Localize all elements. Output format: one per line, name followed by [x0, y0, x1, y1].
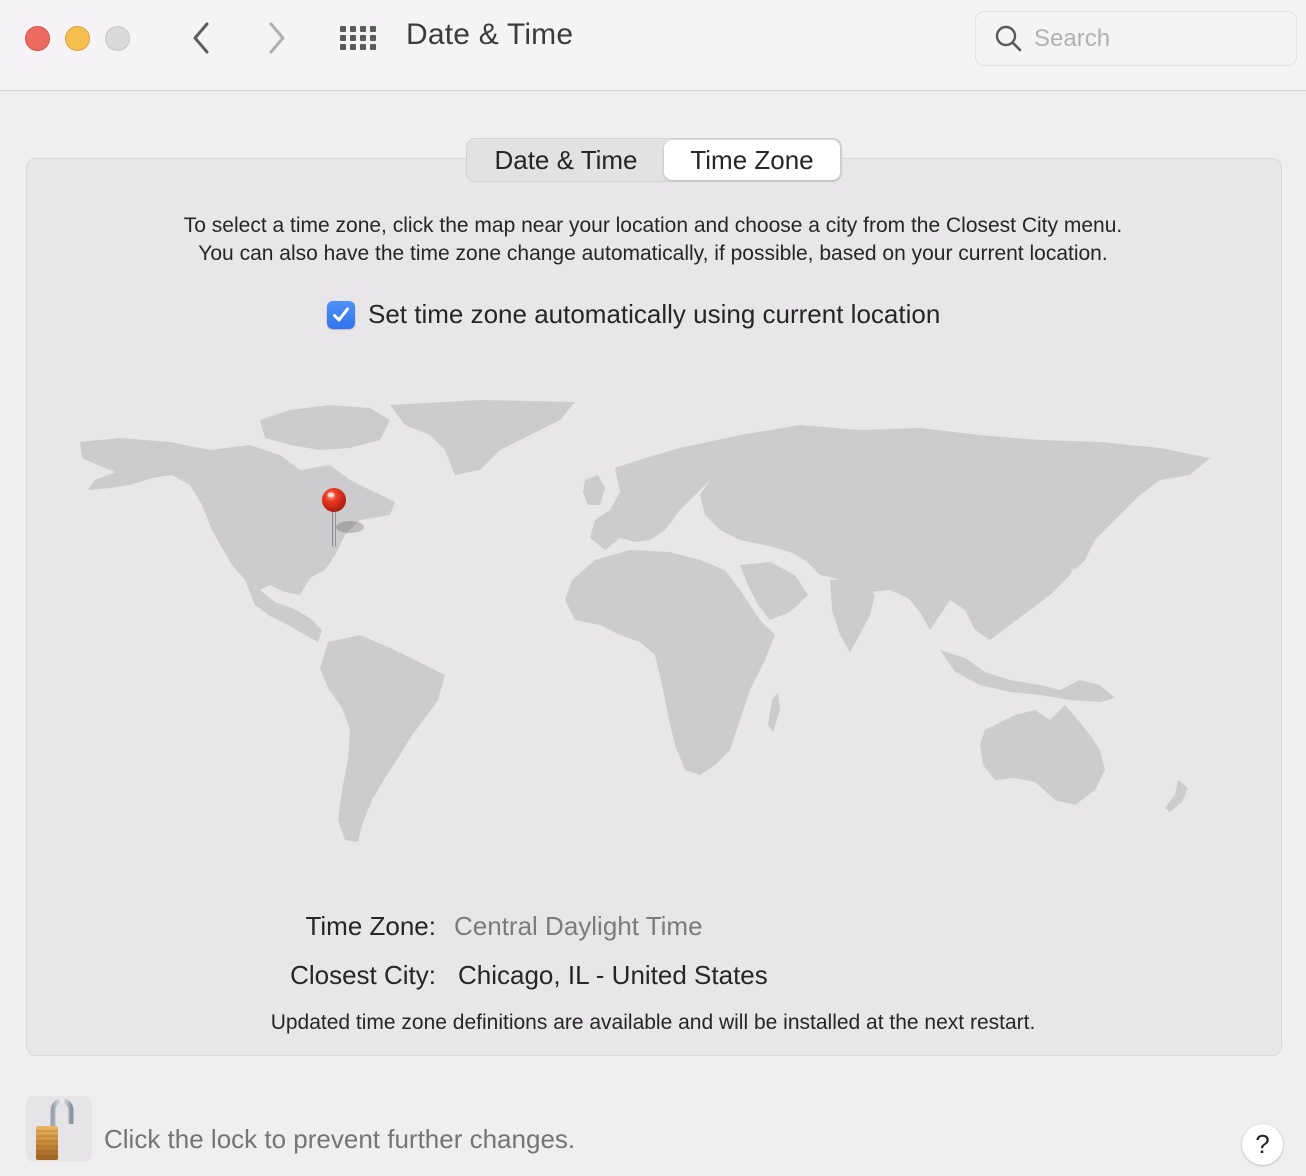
map-europe	[590, 448, 710, 550]
search-input[interactable]	[1034, 24, 1274, 53]
update-notice: Updated time zone definitions are availa…	[270, 1011, 1036, 1034]
closest-city-combobox[interactable]: Chicago, IL - United States	[458, 960, 768, 991]
lock-button[interactable]	[26, 1096, 92, 1162]
search-field[interactable]	[975, 11, 1297, 66]
map-africa	[565, 550, 775, 775]
close-button[interactable]	[25, 26, 50, 51]
tab-bar: Date & Time Time Zone	[466, 138, 842, 182]
back-button[interactable]	[186, 18, 216, 58]
map-uk	[583, 475, 605, 505]
location-pin[interactable]	[320, 487, 380, 553]
auto-timezone-checkbox[interactable]	[327, 300, 355, 329]
instructions-line-2: You can also have the time zone change a…	[198, 242, 1108, 265]
time-zone-label: Time Zone:	[305, 911, 436, 941]
map-south-america	[320, 635, 445, 842]
map-new-zealand	[1165, 780, 1188, 812]
show-all-button[interactable]	[338, 24, 378, 52]
window-title: Date & Time	[406, 18, 574, 51]
zoom-button[interactable]	[105, 26, 130, 51]
map-southeast-asia	[940, 650, 1115, 702]
map-australia	[980, 705, 1105, 805]
closest-city-label: Closest City:	[290, 960, 436, 990]
tab-date-time[interactable]: Date & Time	[468, 140, 664, 180]
lock-status-text: Click the lock to prevent further change…	[104, 1124, 576, 1154]
time-zone-value: Central Daylight Time	[454, 911, 703, 941]
map-madagascar	[768, 692, 780, 732]
unlocked-padlock-icon	[36, 1098, 74, 1160]
map-india	[830, 578, 875, 652]
auto-timezone-label: Set time zone automatically using curren…	[368, 299, 941, 329]
search-icon	[995, 25, 1022, 51]
map-greenland	[390, 400, 575, 475]
chevron-right-icon	[269, 22, 285, 54]
world-map[interactable]	[60, 380, 1250, 860]
minimize-button[interactable]	[65, 26, 90, 51]
instructions: To select a time zone, click the map nea…	[0, 212, 1306, 268]
map-arctic-islands	[260, 405, 390, 450]
map-pin-icon	[322, 488, 364, 547]
time-zone-row: Time Zone:	[0, 911, 436, 943]
title-bar: Date & Time	[0, 0, 1306, 91]
closest-city-row: Closest City:	[0, 960, 436, 992]
instructions-line-1: To select a time zone, click the map nea…	[183, 214, 1123, 237]
tab-time-zone[interactable]: Time Zone	[664, 140, 840, 180]
map-asia	[680, 425, 1210, 640]
chevron-left-icon	[193, 22, 209, 54]
auto-timezone-row[interactable]: Set time zone automatically using curren…	[327, 299, 940, 330]
forward-button[interactable]	[262, 18, 292, 58]
checkmark-icon	[333, 307, 349, 321]
help-button[interactable]: ?	[1242, 1124, 1283, 1165]
